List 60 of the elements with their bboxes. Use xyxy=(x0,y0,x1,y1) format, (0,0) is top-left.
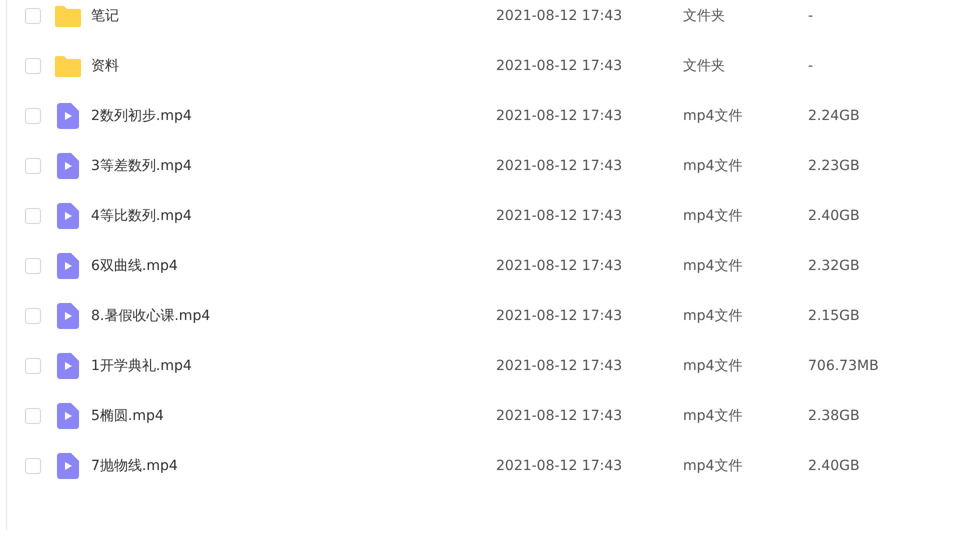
file-type: mp4文件 xyxy=(683,206,744,226)
modified-time: 2021-08-12 17:43 xyxy=(496,156,624,176)
folder-icon xyxy=(55,5,81,27)
folder-icon xyxy=(55,55,81,77)
file-name[interactable]: 笔记 xyxy=(91,6,491,26)
modified-time: 2021-08-12 17:43 xyxy=(496,356,624,376)
file-name[interactable]: 1开学典礼.mp4 xyxy=(91,356,491,376)
modified-time: 2021-08-12 17:43 xyxy=(496,306,624,326)
file-size: 2.32GB xyxy=(808,256,860,276)
checkbox[interactable] xyxy=(25,208,41,224)
checkbox[interactable] xyxy=(25,258,41,274)
file-type: mp4文件 xyxy=(683,406,744,426)
checkbox[interactable] xyxy=(25,308,41,324)
file-size: 2.40GB xyxy=(808,456,860,476)
file-size: - xyxy=(808,6,814,26)
modified-time: 2021-08-12 17:43 xyxy=(496,456,624,476)
video-file-icon xyxy=(57,353,79,379)
file-type: mp4文件 xyxy=(683,156,744,176)
checkbox[interactable] xyxy=(25,458,41,474)
file-name[interactable]: 3等差数列.mp4 xyxy=(91,156,491,176)
file-type: mp4文件 xyxy=(683,356,744,376)
file-type: mp4文件 xyxy=(683,306,744,326)
file-type: mp4文件 xyxy=(683,256,744,276)
file-name[interactable]: 4等比数列.mp4 xyxy=(91,206,491,226)
checkbox[interactable] xyxy=(25,108,41,124)
file-name[interactable]: 2数列初步.mp4 xyxy=(91,106,491,126)
file-size: 2.40GB xyxy=(808,206,860,226)
file-name[interactable]: 7抛物线.mp4 xyxy=(91,456,491,476)
modified-time: 2021-08-12 17:43 xyxy=(496,206,624,226)
file-type: 文件夹 xyxy=(683,56,726,76)
video-file-icon xyxy=(57,203,79,229)
modified-time: 2021-08-12 17:43 xyxy=(496,6,624,26)
file-type: 文件夹 xyxy=(683,6,726,26)
modified-time: 2021-08-12 17:43 xyxy=(496,256,624,276)
modified-time: 2021-08-12 17:43 xyxy=(496,406,624,426)
modified-time: 2021-08-12 17:43 xyxy=(496,56,624,76)
video-file-icon xyxy=(57,453,79,479)
video-file-icon xyxy=(57,153,79,179)
file-name[interactable]: 5椭圆.mp4 xyxy=(91,406,491,426)
file-type: mp4文件 xyxy=(683,456,744,476)
file-type: mp4文件 xyxy=(683,106,744,126)
video-file-icon xyxy=(57,253,79,279)
video-file-icon xyxy=(57,103,79,129)
checkbox[interactable] xyxy=(25,408,41,424)
checkbox[interactable] xyxy=(25,58,41,74)
file-name[interactable]: 8.暑假收心课.mp4 xyxy=(91,306,491,326)
file-size: 2.15GB xyxy=(808,306,860,326)
video-file-icon xyxy=(57,303,79,329)
file-size: 706.73MB xyxy=(808,356,879,376)
video-file-icon xyxy=(57,403,79,429)
file-name[interactable]: 资料 xyxy=(91,56,491,76)
checkbox[interactable] xyxy=(25,358,41,374)
file-size: 2.24GB xyxy=(808,106,860,126)
file-size: - xyxy=(808,56,814,76)
checkbox[interactable] xyxy=(25,8,41,24)
checkbox[interactable] xyxy=(25,158,41,174)
file-name[interactable]: 6双曲线.mp4 xyxy=(91,256,491,276)
file-size: 2.38GB xyxy=(808,406,860,426)
modified-time: 2021-08-12 17:43 xyxy=(496,106,624,126)
file-size: 2.23GB xyxy=(808,156,860,176)
